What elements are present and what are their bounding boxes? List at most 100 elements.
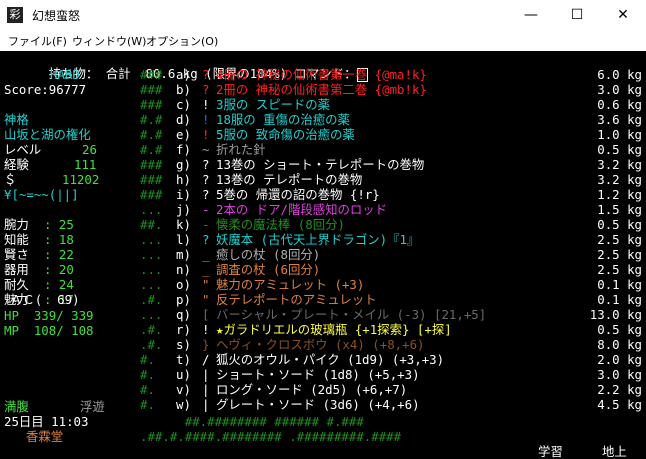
hunger-status: 満腹 — [4, 399, 29, 414]
game-terminal[interactable]: 持ち物： 合計 80.6 kg (限界の104%) コマンド： HARD Sco… — [0, 51, 646, 459]
item-key: d) — [176, 112, 191, 127]
item-weight: 3.0 kg — [597, 82, 642, 97]
stat-row: 賢さ: 22 — [4, 247, 134, 262]
item-weight: 1.2 kg — [597, 187, 642, 202]
item-name: グレート・ソード (3d6) (+4,+6) — [216, 397, 420, 412]
item-name: 2本の ドア/階段感知のロッド — [216, 202, 388, 217]
stat-value: : 24 — [44, 277, 74, 292]
inventory-item[interactable]: h)? 13巻の テレポートの巻物 3.2 kg — [176, 172, 642, 187]
stat-label: 器用 — [4, 262, 29, 277]
map-fragment: .#. — [140, 292, 163, 307]
item-symbol: ? — [202, 82, 210, 97]
item-name: 4冊の 神秘の仙術書第一巻 {@ma!k} — [216, 67, 427, 82]
item-weight: 4.5 kg — [597, 397, 642, 412]
inventory-item[interactable]: c)! 3服の スピードの薬 0.6 kg — [176, 97, 642, 112]
inventory-item[interactable]: j) -2本の ドア/階段感知のロッド 1.5 kg — [176, 202, 642, 217]
race: 神格 — [4, 112, 29, 127]
level-label: レベル — [4, 142, 42, 157]
item-symbol: | — [202, 397, 210, 412]
inventory-item[interactable]: a)? 4冊の 神秘の仙術書第一巻 {@ma!k} 6.0 kg — [176, 67, 642, 82]
stat-value: : 25 — [44, 217, 74, 232]
map-fragment: ### — [140, 82, 163, 97]
item-symbol: } — [202, 337, 210, 352]
item-name: 13巻の テレポートの巻物 — [216, 172, 363, 187]
item-name: ショート・ソード (1d8) (+5,+3) — [216, 367, 420, 382]
map-fragment: ### — [140, 187, 163, 202]
item-key: e) — [176, 127, 191, 142]
item-name: 5巻の 帰還の詔の巻物 {!r} — [216, 187, 380, 202]
item-key: k) — [176, 217, 191, 232]
maximize-button[interactable]: ☐ — [554, 0, 600, 30]
item-symbol: " — [202, 277, 210, 292]
stat-label: 腕力 — [4, 217, 29, 232]
map-fragment: ### — [140, 97, 163, 112]
inventory-item[interactable]: n) _ 調査の杖 (6回分) 2.5 kg — [176, 262, 642, 277]
inventory-item[interactable]: p) " 反テレポートのアミュレット 0.1 kg — [176, 292, 642, 307]
equipment-symbols: ¥[~=~~(||] — [4, 187, 79, 202]
app-icon: 彩 — [7, 7, 23, 23]
item-symbol: ? — [202, 172, 210, 187]
gold-label: ＄ — [4, 172, 17, 187]
inventory-item[interactable]: f) ~ 折れた針 0.5 kg — [176, 142, 642, 157]
item-key: v) — [176, 382, 191, 397]
map-fragment: .#. — [140, 322, 163, 337]
level-value: 26 — [82, 142, 97, 157]
stat-label: 耐久 — [4, 277, 29, 292]
item-weight: 2.5 kg — [597, 232, 642, 247]
stat-value: : 20 — [44, 262, 74, 277]
item-name: 2冊の 神秘の仙術書第二巻 {@mb!k} — [216, 82, 427, 97]
item-weight: 2.2 kg — [597, 382, 642, 397]
item-name: バーシャル・プレート・メイル (-3) [21,+5] — [216, 307, 487, 322]
item-name: 13巻の ショート・テレポートの巻物 — [216, 157, 425, 172]
inventory-item[interactable]: v) | ロング・ソード (2d5) (+6,+7) 2.2 kg — [176, 382, 642, 397]
stat-row: 器用 : 20 — [4, 262, 134, 277]
inventory-item[interactable]: s)} ヘヴィ・クロスボウ (x4) (+8,+6) 8.0 kg — [176, 337, 642, 352]
minimize-button[interactable]: — — [508, 0, 554, 30]
item-key: a) — [176, 67, 191, 82]
map-fragment: ### — [140, 67, 163, 82]
inventory-item[interactable]: o) " 魅力のアミュレット (+3) 0.1 kg — [176, 277, 642, 292]
stat-label: 賢さ — [4, 247, 29, 262]
item-key: u) — [176, 367, 191, 382]
item-weight: 2.5 kg — [597, 262, 642, 277]
item-key: g) — [176, 157, 191, 172]
inventory-item[interactable]: w) | グレート・ソード (3d6) (+4,+6) 4.5 kg — [176, 397, 642, 412]
map-fragment: ### — [140, 172, 163, 187]
item-key: l) — [176, 232, 191, 247]
item-name: 折れた針 — [216, 142, 266, 157]
close-button[interactable]: ✕ — [600, 0, 646, 30]
inventory-item[interactable]: k) - 懐柔の魔法棒 (8回分) 0.5 kg — [176, 217, 642, 232]
inventory-item[interactable]: l)? 妖魔本 (古代天上界ドラゴン)『1』 2.5 kg — [176, 232, 642, 247]
item-weight: 3.2 kg — [597, 157, 642, 172]
inventory-item[interactable]: m) _ 癒しの杖 (8回分) 2.5 kg — [176, 247, 642, 262]
inventory-item[interactable]: g)? 13巻の ショート・テレポートの巻物 3.2 kg — [176, 157, 642, 172]
title-bar: 彩 幻想蛮怒 — ☐ ✕ — [0, 0, 646, 30]
item-key: m) — [176, 247, 191, 262]
menu-option[interactable]: オプション(O) — [146, 33, 218, 49]
item-symbol: ~ — [202, 142, 210, 157]
inventory-item[interactable]: r)! ★ガラドリエルの玻璃瓶 {+1探索} [+探] 0.5 kg — [176, 322, 642, 337]
menu-file[interactable]: ファイル(F) — [8, 33, 67, 49]
item-key: n) — [176, 262, 191, 277]
item-symbol: | — [202, 382, 210, 397]
map-fragment: #.# — [140, 127, 163, 142]
inventory-item[interactable]: e)! 5服の 致命傷の治癒の薬 1.0 kg — [176, 127, 642, 142]
inventory-item[interactable]: b)? 2冊の 神秘の仙術書第二巻 {@mb!k} 3.0 kg — [176, 82, 642, 97]
item-symbol: / — [202, 352, 210, 367]
inventory-item[interactable]: u) | ショート・ソード (1d8) (+5,+3) 3.0 kg — [176, 367, 642, 382]
item-symbol: ! — [202, 97, 210, 112]
item-symbol: ! — [202, 112, 210, 127]
inventory-item[interactable]: d)! 18服の 重傷の治癒の薬 3.6 kg — [176, 112, 642, 127]
map-fragment: #. — [140, 382, 155, 397]
command-prompt: 持ち物： 合計 80.6 kg (限界の104%) コマンド： — [4, 51, 368, 82]
inventory-item[interactable]: t) / 狐火のオウル・パイク (1d9) (+3,+3) 2.0 kg — [176, 352, 642, 367]
map-fragment: #. — [140, 397, 155, 412]
inventory-item[interactable]: q) [バーシャル・プレート・メイル (-3) [21,+5] 13.0 kg — [176, 307, 642, 322]
item-key: q) — [176, 307, 191, 322]
inventory-item[interactable]: i)? 5巻の 帰還の詔の巻物 {!r} 1.2 kg — [176, 187, 642, 202]
armor-class: ＡＣ( 69) — [10, 292, 80, 307]
item-weight: 2.0 kg — [597, 352, 642, 367]
item-symbol: ? — [202, 187, 210, 202]
menu-window[interactable]: ウィンドウ(W) — [72, 33, 146, 49]
item-key: r) — [176, 322, 191, 337]
